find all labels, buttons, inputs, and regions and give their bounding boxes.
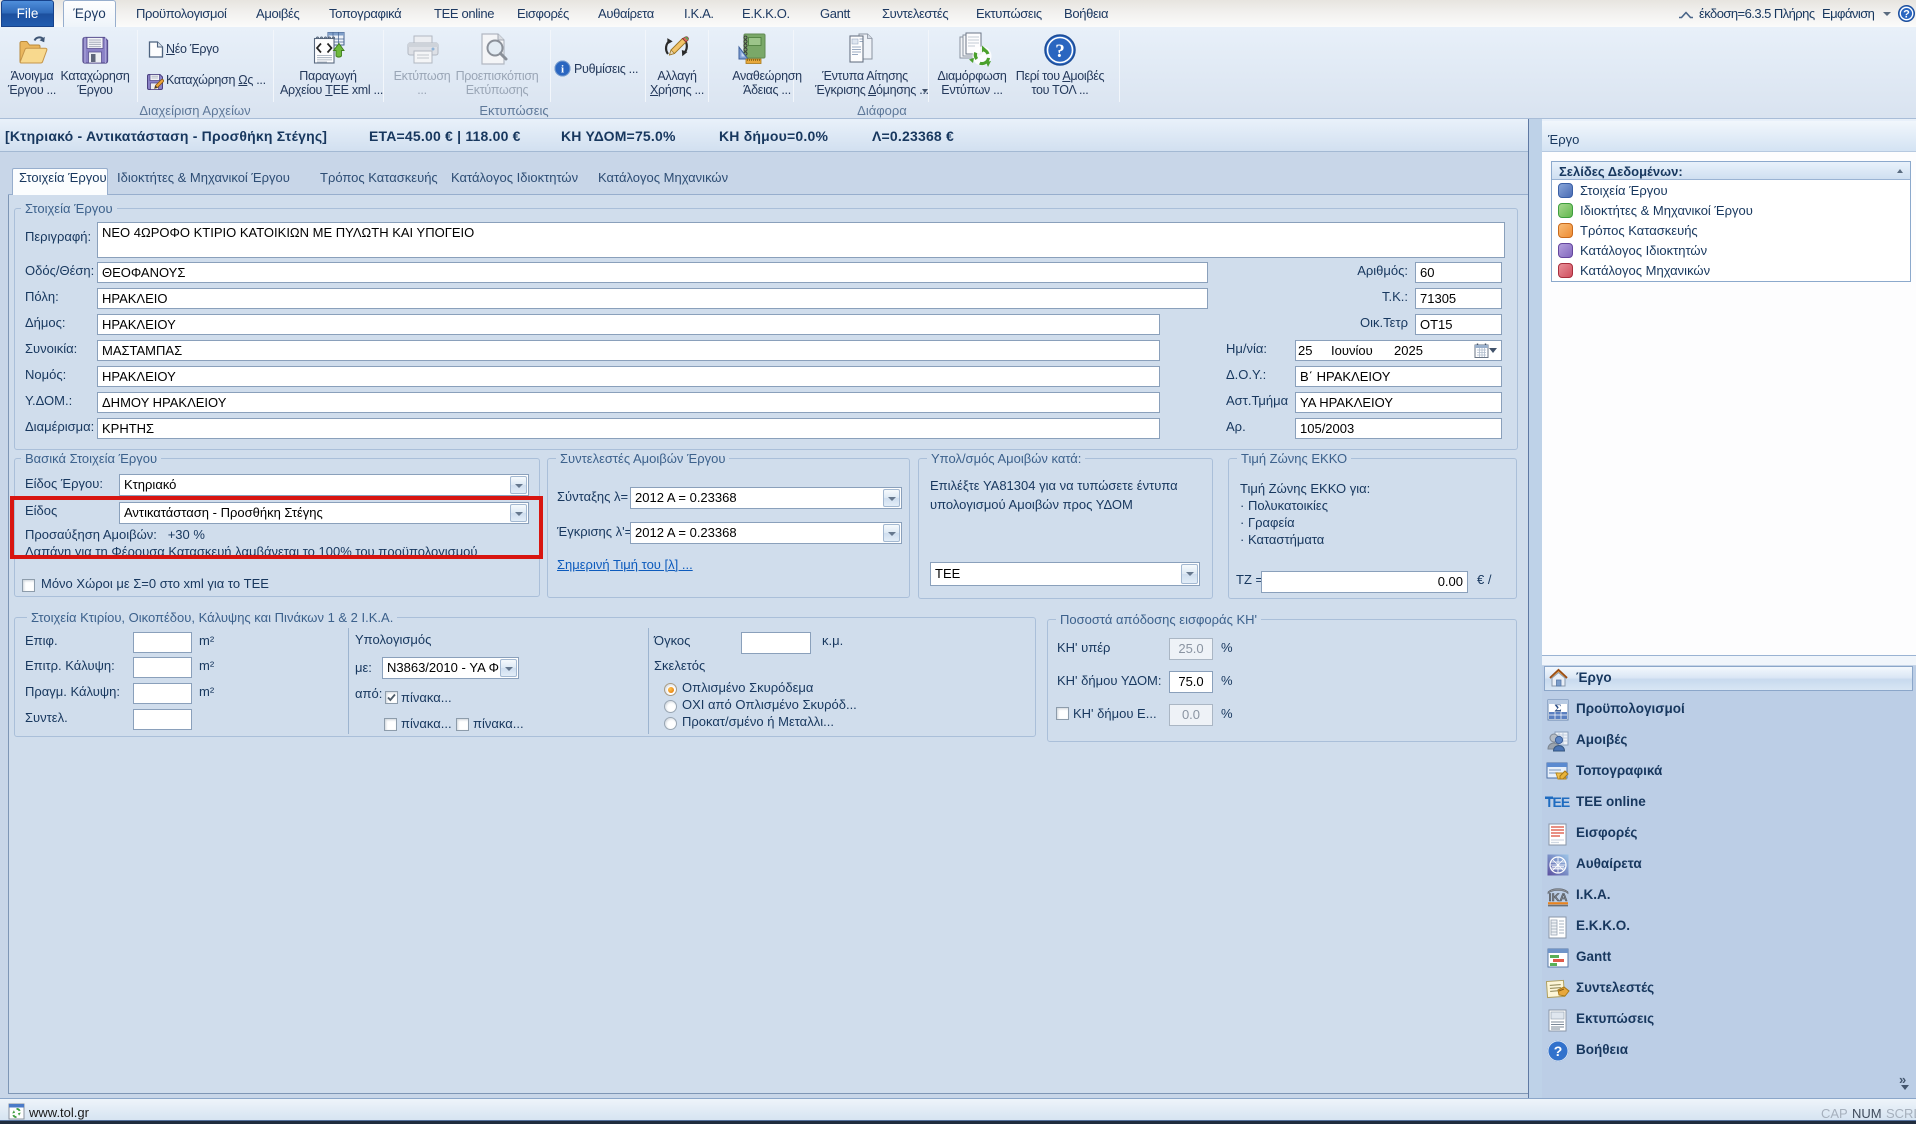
svg-text:?: ? (1903, 9, 1910, 21)
svg-text:TEE: TEE (1545, 794, 1570, 810)
svg-text:?: ? (1554, 1043, 1563, 1059)
svg-text:Σ: Σ (1554, 703, 1561, 715)
svg-text:?: ? (1055, 41, 1065, 62)
svg-text:i: i (561, 64, 564, 76)
